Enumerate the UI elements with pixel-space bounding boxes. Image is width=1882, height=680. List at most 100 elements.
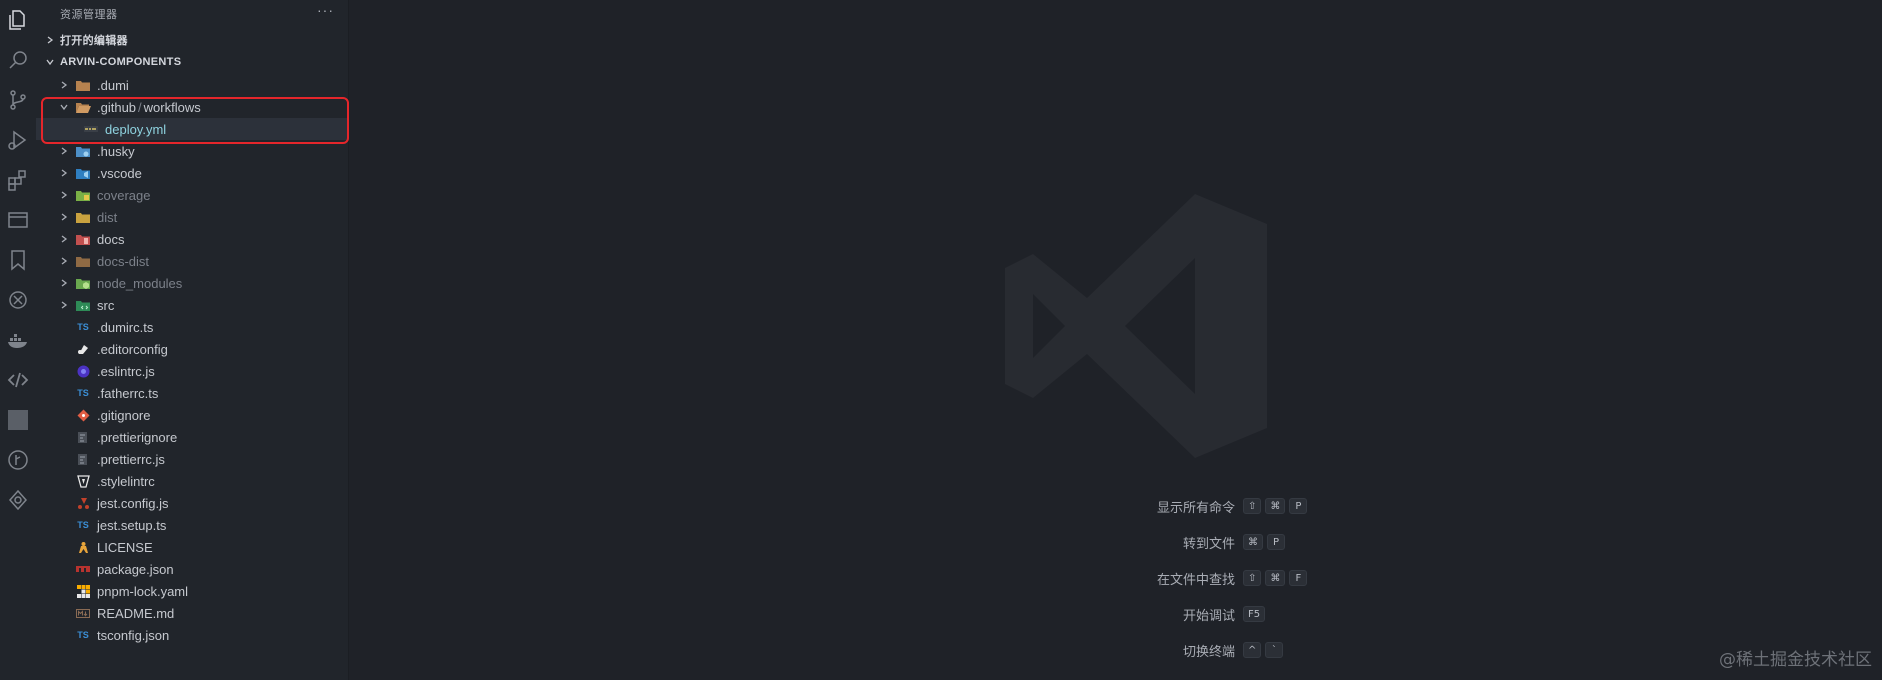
tree-item-label: .prettierrc.js <box>97 451 165 467</box>
project-name: ARVIN-COMPONENTS <box>60 56 182 68</box>
explorer-title: 资源管理器 <box>60 9 118 21</box>
shortcut-label: 在文件中查找 <box>1156 572 1235 587</box>
tree-item[interactable]: jest.config.js <box>36 492 349 514</box>
tree-item[interactable]: TS jest.setup.ts <box>36 514 349 536</box>
tree-item[interactable]: TS .fatherrc.ts <box>36 382 349 404</box>
key-cap: ⇧ <box>1243 498 1262 514</box>
more-actions-icon[interactable]: ··· <box>317 2 334 18</box>
tsconfig-icon: TS <box>77 630 89 640</box>
tree-item-label: pnpm-lock.yaml <box>97 583 189 599</box>
folder-name-part: workflows <box>143 99 201 115</box>
yaml-icon <box>83 122 99 136</box>
vscode-watermark-icon <box>1005 194 1267 458</box>
editor-area: 显示所有命令 ⇧ ⌘ P 转到文件 ⌘ P 在文件中查找 ⇧ ⌘ F 开始调试 <box>349 0 1882 680</box>
tree-item[interactable]: TS .dumirc.ts <box>36 316 349 338</box>
shortcut-row[interactable]: 在文件中查找 ⇧ ⌘ F <box>827 569 1477 587</box>
tree-item[interactable]: pnpm-lock.yaml <box>36 580 349 602</box>
chevron-right-icon <box>58 211 70 223</box>
bookmarks-icon[interactable] <box>4 246 32 274</box>
tree-item-selected[interactable]: deploy.yml <box>36 118 349 140</box>
run-debug-icon[interactable] <box>4 126 32 154</box>
tree-item[interactable]: .editorconfig <box>36 338 349 360</box>
ts-icon: TS <box>77 322 89 332</box>
shortcut-label: 切换终端 <box>1182 644 1235 659</box>
tree-item-label: jest.config.js <box>97 495 169 511</box>
search-icon[interactable] <box>4 46 32 74</box>
key-cap: F5 <box>1243 606 1266 622</box>
source-control-icon[interactable] <box>4 86 32 114</box>
chevron-right-icon <box>58 167 70 179</box>
tree-item[interactable]: docs <box>36 228 349 250</box>
code-icon[interactable] <box>4 366 32 394</box>
tree-item-label: .prettierignore <box>97 429 178 445</box>
tree-item[interactable]: docs-dist <box>36 250 349 272</box>
tree-item[interactable]: .dumi <box>36 74 349 96</box>
tree-item-label: docs <box>97 231 125 247</box>
folder-icon <box>75 78 91 92</box>
tree-item-label: docs-dist <box>97 253 150 269</box>
tree-item[interactable]: node_modules <box>36 272 349 294</box>
tree-item[interactable]: .prettierrc.js <box>36 448 349 470</box>
ts-icon: TS <box>77 388 89 398</box>
gitlens-icon[interactable] <box>4 486 32 514</box>
explorer-icon[interactable] <box>4 6 32 34</box>
tree-item[interactable]: .github / workflows <box>36 96 349 118</box>
tree-item[interactable]: LICENSE <box>36 536 349 558</box>
tree-item-label: .vscode <box>97 165 142 181</box>
tree-item-label: jest.setup.ts <box>97 517 167 533</box>
chevron-right-icon <box>42 35 58 45</box>
tree-item[interactable]: src <box>36 294 349 316</box>
tree-item[interactable]: .eslintrc.js <box>36 360 349 382</box>
shortcut-keys: ^ ` <box>1243 642 1284 658</box>
tree-item[interactable]: TS tsconfig.json <box>36 624 349 646</box>
shortcut-label: 显示所有命令 <box>1156 500 1235 515</box>
shortcut-row[interactable]: 转到文件 ⌘ P <box>827 533 1477 551</box>
tree-item-label: .dumirc.ts <box>97 319 154 335</box>
remote-explorer-icon[interactable] <box>4 206 32 234</box>
tree-item[interactable]: coverage <box>36 184 349 206</box>
key-cap: ⌘ <box>1243 534 1263 550</box>
tree-item-label: README.md <box>97 605 175 621</box>
extensions-icon[interactable] <box>4 166 32 194</box>
shortcut-row[interactable]: 开始调试 F5 <box>827 605 1477 623</box>
chatgpt-icon[interactable] <box>4 286 32 314</box>
tree-item[interactable]: .prettierignore <box>36 426 349 448</box>
key-cap: P <box>1289 498 1308 514</box>
git-graph-icon[interactable] <box>4 446 32 474</box>
pnpm-icon <box>75 584 91 598</box>
editorconfig-icon <box>75 342 91 356</box>
shortcut-label: 开始调试 <box>1182 608 1235 623</box>
tree-item-label: .github / workflows <box>97 100 201 115</box>
square-icon[interactable] <box>4 406 32 434</box>
path-separator: / <box>138 99 142 115</box>
shortcut-row[interactable]: 显示所有命令 ⇧ ⌘ P <box>827 497 1477 515</box>
tree-item[interactable]: .vscode <box>36 162 349 184</box>
chevron-right-icon <box>58 189 70 201</box>
activity-bar <box>0 0 36 680</box>
tree-item-label: src <box>97 297 115 313</box>
shortcut-keys: ⇧ ⌘ P <box>1243 498 1308 514</box>
project-section[interactable]: ARVIN-COMPONENTS <box>36 52 349 72</box>
tree-item[interactable]: .gitignore <box>36 404 349 426</box>
shortcut-row[interactable]: 切换终端 ^ ` <box>827 641 1477 659</box>
prettier-icon <box>75 452 91 466</box>
tree-item[interactable]: package.json <box>36 558 349 580</box>
chevron-right-icon <box>58 255 70 267</box>
coverage-folder-icon <box>75 188 91 202</box>
chevron-right-icon <box>58 233 70 245</box>
tree-item[interactable]: .stylelintrc <box>36 470 349 492</box>
tree-item[interactable]: README.md <box>36 602 349 624</box>
shortcut-label: 转到文件 <box>1182 536 1235 551</box>
docker-icon[interactable] <box>4 326 32 354</box>
tree-item-label: .stylelintrc <box>97 473 155 489</box>
vscode-folder-icon <box>75 166 91 180</box>
tree-item-label: deploy.yml <box>105 121 167 137</box>
tree-item[interactable]: .husky <box>36 140 349 162</box>
open-editors-label: 打开的编辑器 <box>60 35 128 47</box>
open-editors-section[interactable]: 打开的编辑器 <box>36 30 349 50</box>
tree-item-label: .editorconfig <box>97 341 168 357</box>
chevron-right-icon <box>58 145 70 157</box>
tree-item[interactable]: dist <box>36 206 349 228</box>
key-cap: ⌘ <box>1265 570 1286 586</box>
markdown-icon <box>75 606 91 620</box>
